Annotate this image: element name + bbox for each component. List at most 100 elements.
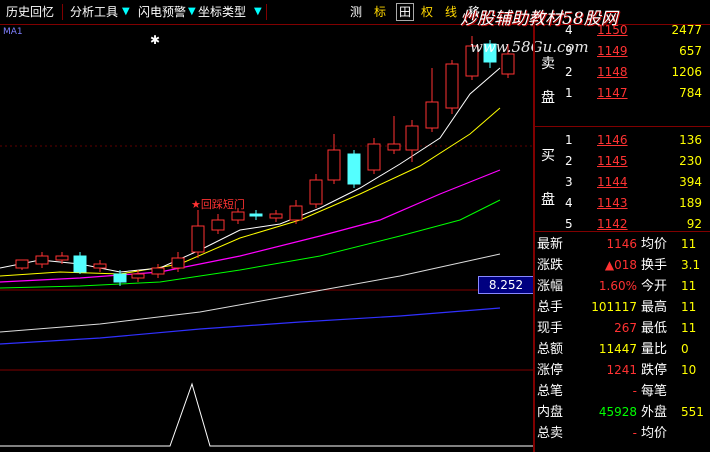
measure-tool-button[interactable]: 测 [350, 3, 362, 21]
candle-body [15, 259, 29, 269]
order-level: 2 [565, 65, 573, 79]
signal-label: ★回踩短门 [191, 197, 245, 211]
candle-body [249, 213, 263, 217]
rights-tool-button[interactable]: 权 [419, 4, 435, 20]
order-level: 5 [565, 217, 573, 231]
analysis-tools-menu[interactable]: 分析工具 [70, 3, 118, 21]
candle-body [309, 179, 323, 205]
stat-value: 1146 [606, 237, 637, 251]
candle-body [289, 205, 303, 221]
stat-value: 10 [681, 363, 697, 377]
coord-type-menu[interactable]: 坐标类型 [198, 3, 246, 21]
order-volume: 2477 [671, 23, 702, 37]
dropdown-arrow-icon[interactable]: ▼ [188, 3, 196, 21]
stat-value: 11 [681, 279, 697, 293]
order-level: 2 [565, 154, 573, 168]
ma1-line [0, 67, 501, 273]
stat-label: 最高 [641, 300, 668, 315]
stat-label: 涨幅 [537, 279, 564, 294]
stat-label: 均价 [641, 426, 668, 441]
indicator-label: MA1 [3, 27, 23, 37]
order-volume: 136 [679, 133, 702, 147]
indicator-line [0, 382, 533, 447]
order-price: 1145 [597, 154, 628, 168]
candle-body [387, 143, 401, 151]
dropdown-arrow-icon[interactable]: ▼ [254, 3, 262, 21]
stat-label: 均价 [641, 237, 668, 252]
stat-value: 11 [681, 321, 697, 335]
candle-body [501, 53, 515, 75]
candle-body [425, 101, 439, 129]
candle-body [151, 267, 165, 275]
stat-label: 外盘 [641, 405, 668, 420]
order-volume: 92 [686, 217, 702, 231]
order-price: 1148 [597, 65, 628, 79]
stat-value: 45928 [598, 405, 637, 419]
stat-value: 267 [614, 321, 637, 335]
order-price: 1142 [597, 217, 628, 231]
ma2-line [0, 107, 501, 277]
order-price: 1149 [597, 44, 628, 58]
order-price: 1144 [597, 175, 628, 189]
order-price: 1143 [597, 196, 628, 210]
grid-tool-button[interactable]: 田 [396, 3, 414, 21]
candle-body [445, 63, 459, 109]
stat-value: 1241 [606, 363, 637, 377]
candle-body [269, 213, 283, 219]
buy-side-label: 买 [541, 148, 555, 164]
candle-body [327, 149, 341, 181]
candle-body [171, 257, 185, 269]
stat-label: 今开 [641, 279, 668, 294]
stat-label: 内盘 [537, 405, 564, 420]
candle-body [131, 273, 145, 279]
order-level: 1 [565, 86, 573, 100]
order-volume: 784 [679, 86, 702, 100]
candle-body [113, 273, 127, 283]
candles-group [15, 36, 515, 286]
kline-chart[interactable]: MA1 ✱ ★回踩短门 [0, 24, 533, 452]
stat-value: 11447 [598, 342, 637, 356]
stat-value: 1.60% [598, 279, 637, 293]
candle-body [55, 255, 69, 261]
history-menu[interactable]: 历史回忆 [6, 3, 54, 21]
order-volume: 230 [679, 154, 702, 168]
order-volume: 1206 [671, 65, 702, 79]
order-volume: 189 [679, 196, 702, 210]
line-tool-button[interactable]: 线 [443, 4, 459, 20]
ma4-line [0, 199, 501, 289]
stat-label: 换手 [641, 258, 668, 273]
stat-value: 0 [681, 342, 689, 356]
stat-label: 涨跌 [537, 258, 564, 273]
mark-tool-button[interactable]: 标 [372, 4, 388, 20]
stat-value: 11 [681, 237, 697, 251]
stat-label: 总手 [537, 300, 564, 315]
stat-label: 总额 [537, 342, 564, 357]
dropdown-arrow-icon[interactable]: ▼ [122, 3, 130, 21]
candle-body [231, 211, 245, 221]
stat-value: 3.1 [681, 258, 701, 272]
order-volume: 657 [679, 44, 702, 58]
sell-side-label: 盘 [541, 90, 555, 106]
toolbar-divider [62, 4, 63, 20]
toolbar-divider [266, 4, 267, 20]
stat-label: 量比 [641, 342, 668, 357]
flash-alert-menu[interactable]: 闪电预警 [138, 3, 186, 21]
order-level: 4 [565, 23, 573, 37]
order-price: 1147 [597, 86, 628, 100]
order-price: 1146 [597, 133, 628, 147]
buy-side-label: 盘 [541, 192, 555, 208]
stat-label: 总笔 [537, 384, 564, 399]
order-level: 4 [565, 196, 573, 210]
stat-label: 跌停 [641, 363, 668, 378]
stat-label: 最低 [641, 321, 668, 336]
stat-value: - [632, 426, 637, 440]
quote-panel: 卖 盘 买 盘 4 1150 2477 3 1149 657 2 1148 1206 1 1147 7… [533, 23, 710, 452]
sell-side-label: 卖 [541, 56, 555, 72]
stat-value: - [632, 384, 637, 398]
stat-value: ▲018 [604, 258, 637, 272]
order-volume: 394 [679, 175, 702, 189]
price-axis-tag: 8.252 [478, 276, 534, 294]
candle-body [367, 143, 381, 171]
candle-body [347, 153, 361, 185]
stat-value: 101117 [591, 300, 637, 314]
